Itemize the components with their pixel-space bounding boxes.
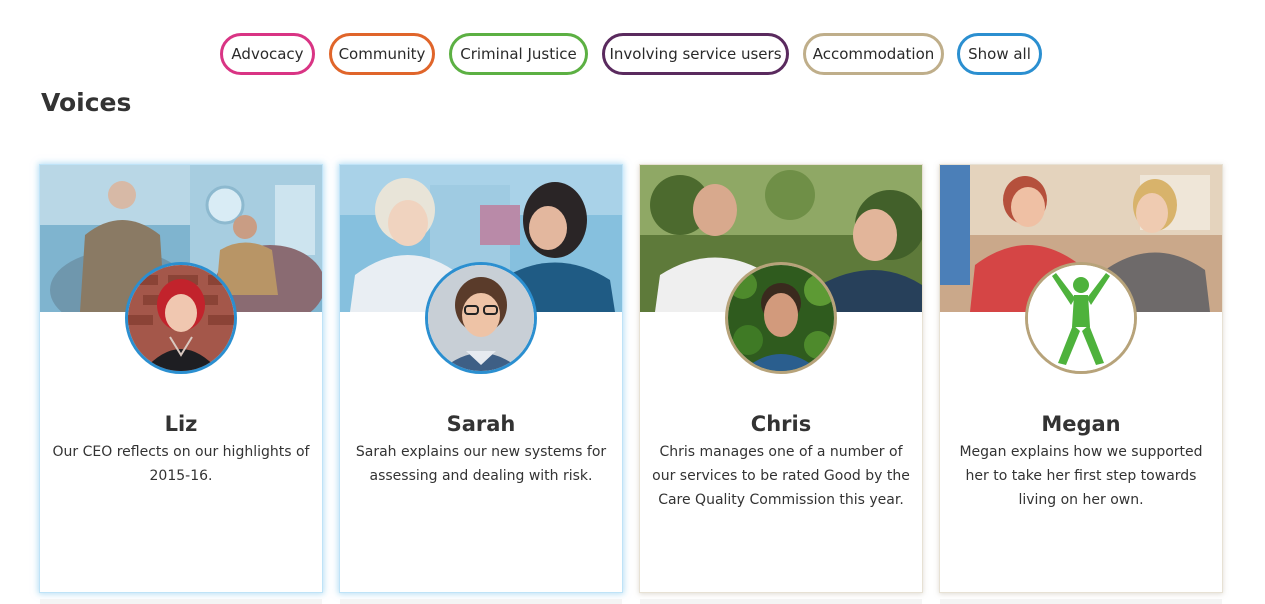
next-row-card-edge xyxy=(640,599,922,604)
card-description: Sarah explains our new systems for asses… xyxy=(355,444,607,484)
avatar-sarah xyxy=(425,262,537,374)
card-name: Liz xyxy=(164,412,198,436)
card-description: Chris manages one of a number of our ser… xyxy=(652,444,910,508)
voice-card-megan[interactable]: Megan Megan explains how we supported he… xyxy=(940,165,1222,592)
page-title: Voices xyxy=(41,88,132,117)
avatar-chris xyxy=(725,262,837,374)
filter-accommodation-button[interactable]: Accommodation xyxy=(803,33,944,75)
voice-card-liz[interactable]: Liz Our CEO reflects on our highlights o… xyxy=(40,165,322,592)
filter-involving-service-users-button[interactable]: Involving service users xyxy=(602,33,789,75)
next-row-card-edge xyxy=(940,599,1222,604)
filter-community-button[interactable]: Community xyxy=(329,33,435,75)
category-filter-bar: Advocacy Community Criminal Justice Invo… xyxy=(0,33,1265,75)
next-row-card-edge xyxy=(40,599,322,604)
card-description: Megan explains how we supported her to t… xyxy=(959,444,1203,508)
filter-criminal-justice-button[interactable]: Criminal Justice xyxy=(449,33,588,75)
card-name: Sarah xyxy=(446,412,516,436)
avatar-liz xyxy=(125,262,237,374)
card-name: Chris xyxy=(750,412,812,436)
filter-show-all-button[interactable]: Show all xyxy=(957,33,1042,75)
voice-card-sarah[interactable]: Sarah Sarah explains our new systems for… xyxy=(340,165,622,592)
card-name: Megan xyxy=(1041,412,1121,436)
avatar-megan xyxy=(1025,262,1137,374)
card-description: Our CEO reflects on our highlights of 20… xyxy=(52,444,310,484)
voice-card-chris[interactable]: Chris Chris manages one of a number of o… xyxy=(640,165,922,592)
filter-advocacy-button[interactable]: Advocacy xyxy=(220,33,315,75)
next-row-card-edge xyxy=(340,599,622,604)
